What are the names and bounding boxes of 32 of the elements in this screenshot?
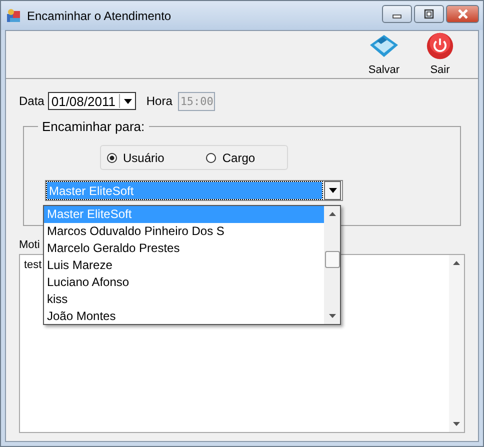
exit-button[interactable]: Sair: [420, 32, 460, 78]
time-label: Hora: [146, 94, 172, 108]
power-icon: [425, 32, 455, 60]
scroll-up-icon[interactable]: [328, 212, 336, 216]
restore-icon: [423, 9, 435, 19]
save-button[interactable]: Salvar: [364, 32, 404, 78]
date-label: Data: [19, 94, 44, 108]
scroll-down-icon[interactable]: [453, 422, 460, 426]
close-button[interactable]: [446, 5, 479, 23]
dropdown-item[interactable]: Marcelo Geraldo Prestes: [44, 240, 324, 257]
radio-option[interactable]: Cargo: [206, 150, 256, 164]
dropdown-item[interactable]: kiss: [44, 291, 324, 308]
scroll-up-icon[interactable]: [453, 261, 460, 265]
dropdown-item[interactable]: Luis Mareze: [44, 257, 324, 274]
window-title: Encaminhar o Atendimento: [27, 8, 172, 22]
scrollbar[interactable]: [449, 255, 464, 432]
radio-icon[interactable]: [107, 152, 117, 162]
app-icon: [6, 8, 22, 24]
reason-label: Moti: [19, 239, 40, 251]
dropdown-item[interactable]: Marcos Oduvaldo Pinheiro Dos S: [44, 223, 324, 240]
scroll-thumb[interactable]: [324, 251, 340, 268]
scrollbar[interactable]: [324, 206, 340, 324]
dropdown-item[interactable]: João Montes: [44, 308, 324, 325]
scroll-down-icon[interactable]: [328, 314, 336, 318]
group-legend: Encaminhar para:: [38, 119, 149, 134]
dropdown-item[interactable]: Luciano Afonso: [44, 274, 324, 291]
radio-option[interactable]: Usuário: [107, 150, 164, 164]
minimize-button[interactable]: [382, 5, 412, 23]
date-field[interactable]: 01/08/2011: [48, 92, 136, 110]
radio-icon[interactable]: [206, 152, 216, 162]
maximize-button[interactable]: [414, 5, 444, 23]
close-icon: [456, 9, 468, 19]
